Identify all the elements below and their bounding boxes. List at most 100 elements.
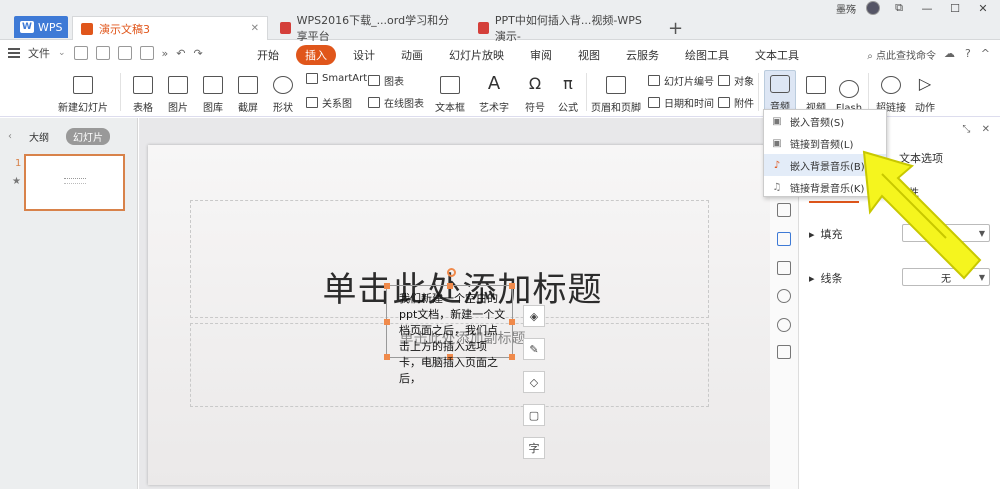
menu-item-link-audio[interactable]: ▣ 链接到音频(L) <box>764 132 886 154</box>
document-tab-active[interactable]: 演示文稿3 ✕ <box>72 16 268 40</box>
tab-animation[interactable]: 动画 <box>392 45 432 65</box>
video-button[interactable]: 视频 <box>800 70 832 114</box>
tab-slideshow[interactable]: 幻灯片放映 <box>440 45 513 65</box>
selected-textbox[interactable]: 我们新建一个空白的ppt文档，新建一个文档页面之后，我们点击上方的插入选项卡，电… <box>384 268 515 385</box>
line-select[interactable]: 无 ▼ <box>902 268 990 286</box>
pin-icon[interactable]: ⤡ <box>962 124 970 135</box>
resize-handle[interactable] <box>509 283 515 289</box>
tab-outline[interactable]: 大纲 <box>22 128 56 145</box>
collapse-ribbon-icon[interactable]: ^ <box>981 47 990 60</box>
border-icon[interactable]: ▢ <box>523 404 545 426</box>
tab-cloud[interactable]: 云服务 <box>617 45 668 65</box>
tab-insert[interactable]: 插入 <box>296 45 336 65</box>
minimize-icon[interactable]: — <box>918 2 936 15</box>
tab-design[interactable]: 设计 <box>344 45 384 65</box>
new-tab-button[interactable]: + <box>668 18 683 39</box>
resize-handle[interactable] <box>447 283 453 289</box>
action-button[interactable]: ▷ 动作 <box>910 70 940 115</box>
preview-icon[interactable] <box>139 46 154 60</box>
close-window-icon[interactable]: ✕ <box>974 2 992 15</box>
close-panel-icon[interactable]: ✕ <box>982 124 990 135</box>
maximize-icon[interactable]: ☐ <box>946 2 964 15</box>
help-circle-icon[interactable] <box>777 318 791 332</box>
smartart-button[interactable]: SmartArt <box>306 73 367 84</box>
redo-icon[interactable]: ↷ <box>194 47 203 60</box>
tab-drawing-tools[interactable]: 绘图工具 <box>676 45 738 65</box>
attachment-button[interactable]: 附件 <box>718 95 754 110</box>
rail-icon-2[interactable] <box>777 203 791 217</box>
fill-icon[interactable]: ◇ <box>523 371 545 393</box>
slide[interactable]: 单击此处添加标题 单击此处添加副标题 我们新建一个空白的ppt文档，新建一个文档… <box>148 145 777 485</box>
audio-button[interactable]: 音频 <box>764 70 796 114</box>
save-icon[interactable] <box>95 46 110 60</box>
header-footer-button[interactable]: 页眉和页脚 <box>590 70 642 114</box>
new-slide-button[interactable]: 新建幻灯片 <box>56 70 110 114</box>
picture-button[interactable]: 图片 <box>163 70 193 114</box>
menu-item-embed-audio[interactable]: ▣ 嵌入音频(S) <box>764 110 886 132</box>
subtab-properties[interactable]: 属性 <box>899 184 919 203</box>
hyperlink-button[interactable]: 超链接 <box>874 70 908 114</box>
object-button[interactable]: 对象 <box>718 73 754 88</box>
layers-icon[interactable]: ◈ <box>523 305 545 327</box>
wps-home-tab[interactable]: W WPS <box>14 16 68 38</box>
floating-toolbar: ◈ ✎ ◇ ▢ 字 <box>523 305 545 459</box>
document-tab-2[interactable]: WPS2016下载_...ord学习和分享平台 <box>272 14 468 43</box>
open-folder-icon[interactable] <box>73 46 88 60</box>
resize-handle[interactable] <box>509 354 515 360</box>
resize-handle[interactable] <box>384 354 390 360</box>
tab-slides[interactable]: 幻灯片 <box>66 128 110 145</box>
archive-icon[interactable] <box>777 261 791 275</box>
command-search[interactable]: ⌕ 点此查找命令 <box>867 47 936 62</box>
file-menu[interactable]: 文件 <box>28 45 50 61</box>
menu-item-link-bg-music[interactable]: ♫ 链接背景音乐(K) <box>764 176 886 198</box>
tab-text-tools[interactable]: 文本工具 <box>746 45 808 65</box>
hamburger-icon[interactable] <box>8 48 20 58</box>
pen-icon[interactable]: ✎ <box>523 338 545 360</box>
online-chart-button[interactable]: 在线图表 <box>368 95 424 110</box>
table-button[interactable]: 表格 <box>128 70 158 114</box>
shape-button[interactable]: 形状 <box>268 70 298 114</box>
apps-grid-icon[interactable] <box>777 345 791 359</box>
textbox-button[interactable]: 文本框 <box>430 70 470 114</box>
gallery-button[interactable]: 图库 <box>198 70 228 114</box>
sync-icon[interactable]: ☁ <box>944 47 955 60</box>
textbox-text[interactable]: 我们新建一个空白的ppt文档，新建一个文档页面之后，我们点击上方的插入选项卡，电… <box>399 291 507 387</box>
chart-button[interactable]: 图表 <box>368 73 404 88</box>
date-time-button[interactable]: 日期和时间 <box>648 95 714 110</box>
help-icon[interactable]: ? <box>965 47 971 60</box>
tab-review[interactable]: 审阅 <box>521 45 561 65</box>
properties-icon[interactable] <box>777 232 791 246</box>
tab-view[interactable]: 视图 <box>569 45 609 65</box>
resize-handle[interactable] <box>384 319 390 325</box>
flash-button[interactable]: Flash <box>834 70 864 114</box>
resize-handle[interactable] <box>384 283 390 289</box>
fill-row[interactable]: ▸ 填充 <box>809 226 843 242</box>
text-format-icon[interactable]: 字 <box>523 437 545 459</box>
formula-button[interactable]: π 公式 <box>553 70 583 115</box>
chevron-down-icon[interactable]: ⌄ <box>58 48 66 58</box>
line-row[interactable]: ▸ 线条 <box>809 270 843 286</box>
history-icon[interactable] <box>777 289 791 303</box>
close-tab-icon[interactable]: ✕ <box>251 23 259 34</box>
tab-home[interactable]: 开始 <box>248 45 288 65</box>
document-tab-3[interactable]: PPT中如何插入背...视频-WPS演示- <box>470 14 660 43</box>
user-name[interactable]: 墨殇 <box>836 1 856 16</box>
resize-handle[interactable] <box>509 319 515 325</box>
relation-chart-button[interactable]: 关系图 <box>306 95 352 110</box>
slide-number-button[interactable]: 幻灯片编号 <box>648 73 714 88</box>
rotate-handle[interactable] <box>447 268 456 277</box>
more-icon[interactable]: » <box>162 47 169 60</box>
print-icon[interactable] <box>117 46 132 60</box>
picture-icon <box>168 76 188 94</box>
slide-thumbnail[interactable] <box>24 154 125 211</box>
skin-icon[interactable]: ⧉ <box>890 1 908 15</box>
undo-icon[interactable]: ↶ <box>176 47 185 60</box>
menu-item-embed-bg-music[interactable]: ♪ 嵌入背景音乐(B) <box>764 154 886 176</box>
screenshot-button[interactable]: 截屏 <box>233 70 263 114</box>
collapse-pane-icon[interactable]: ‹ <box>8 131 12 142</box>
symbol-button[interactable]: Ω 符号 <box>520 70 550 115</box>
wordart-button[interactable]: A 艺术字 <box>474 70 514 115</box>
fill-select[interactable]: ▼ <box>902 224 990 242</box>
tab-text-options[interactable]: 文本选项 <box>899 150 943 166</box>
avatar[interactable] <box>866 1 880 15</box>
